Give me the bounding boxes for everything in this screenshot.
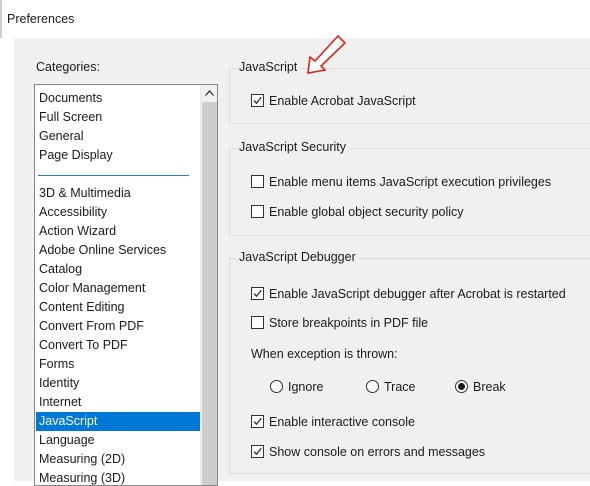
break-label: Break — [473, 379, 506, 394]
list-item-page-display[interactable]: Page Display — [36, 146, 201, 165]
menu-items-privileges-checkbox[interactable]: Enable menu items JavaScript execution p… — [251, 173, 551, 190]
checkmark-icon — [253, 447, 262, 456]
javascript-security-group-title: JavaScript Security — [236, 140, 349, 154]
exception-label: When exception is thrown: — [251, 347, 398, 361]
checkbox-box[interactable] — [251, 445, 264, 458]
checkbox-box[interactable] — [251, 316, 264, 329]
checkbox-box[interactable] — [251, 415, 264, 428]
list-item-adobe-online-services[interactable]: Adobe Online Services — [36, 241, 201, 260]
trace-radio[interactable]: Trace — [366, 378, 416, 395]
list-item-general[interactable]: General — [36, 127, 201, 146]
store-breakpoints-checkbox[interactable]: Store breakpoints in PDF file — [251, 314, 428, 331]
interactive-console-label: Enable interactive console — [269, 414, 415, 429]
console-on-errors-checkbox[interactable]: Show console on errors and messages — [251, 443, 485, 460]
ignore-radio[interactable]: Ignore — [270, 378, 323, 395]
break-radio[interactable]: Break — [455, 378, 506, 395]
enable-acrobat-javascript-checkbox[interactable]: Enable Acrobat JavaScript — [251, 92, 416, 109]
list-item-identity[interactable]: Identity — [36, 374, 201, 393]
list-item-forms[interactable]: Forms — [36, 355, 201, 374]
radio-circle[interactable] — [455, 380, 468, 393]
list-item-full-screen[interactable]: Full Screen — [36, 108, 201, 127]
checkmark-icon — [253, 417, 262, 426]
ignore-label: Ignore — [288, 379, 324, 394]
list-item-3d-multimedia[interactable]: 3D & Multimedia — [36, 184, 201, 203]
javascript-security-group: JavaScript Security Enable menu items Ja… — [229, 140, 590, 236]
checkbox-box[interactable] — [251, 287, 264, 300]
window-title: Preferences — [7, 12, 75, 26]
list-item-convert-from-pdf[interactable]: Convert From PDF — [36, 317, 201, 336]
global-object-security-label: Enable global object security policy — [269, 204, 464, 219]
list-item-measuring-3d[interactable]: Measuring (3D) — [36, 469, 201, 485]
trace-label: Trace — [384, 379, 416, 394]
checkbox-box[interactable] — [251, 94, 264, 107]
scroll-thumb[interactable] — [202, 102, 217, 485]
radio-circle[interactable] — [270, 380, 283, 393]
chevron-up-icon — [205, 90, 214, 96]
list-separator — [38, 175, 189, 176]
list-scrollbar[interactable] — [200, 85, 217, 485]
menu-items-privileges-label: Enable menu items JavaScript execution p… — [269, 174, 552, 189]
javascript-group: JavaScript Enable Acrobat JavaScript — [229, 60, 590, 124]
title-bar: Preferences — [0, 0, 590, 38]
global-object-security-checkbox[interactable]: Enable global object security policy — [251, 203, 464, 220]
list-item-measuring-2d[interactable]: Measuring (2D) — [36, 450, 201, 469]
enable-acrobat-javascript-label: Enable Acrobat JavaScript — [269, 93, 416, 108]
javascript-debugger-group: JavaScript Debugger Enable JavaScript de… — [229, 250, 590, 474]
checkmark-icon — [253, 96, 262, 105]
list-item-accessibility[interactable]: Accessibility — [36, 203, 201, 222]
list-item-internet[interactable]: Internet — [36, 393, 201, 412]
checkmark-icon — [253, 289, 262, 298]
enable-debugger-checkbox[interactable]: Enable JavaScript debugger after Acrobat… — [251, 285, 566, 302]
javascript-debugger-group-title: JavaScript Debugger — [236, 250, 359, 264]
interactive-console-checkbox[interactable]: Enable interactive console — [251, 413, 415, 430]
list-item-convert-to-pdf[interactable]: Convert To PDF — [36, 336, 201, 355]
list-item-documents[interactable]: Documents — [36, 89, 201, 108]
javascript-group-title: JavaScript — [236, 60, 301, 74]
store-breakpoints-label: Store breakpoints in PDF file — [269, 315, 429, 330]
list-item-javascript[interactable]: JavaScript — [36, 412, 201, 431]
list-item-action-wizard[interactable]: Action Wizard — [36, 222, 201, 241]
window-edge — [0, 0, 2, 38]
list-item-language[interactable]: Language — [36, 431, 201, 450]
scroll-up-button[interactable] — [201, 85, 217, 102]
console-on-errors-label: Show console on errors and messages — [269, 444, 486, 459]
radio-circle[interactable] — [366, 380, 379, 393]
list-item-content-editing[interactable]: Content Editing — [36, 298, 201, 317]
enable-debugger-label: Enable JavaScript debugger after Acrobat… — [269, 286, 566, 301]
categories-label: Categories: — [36, 60, 100, 74]
categories-list[interactable]: Documents Full Screen General Page Displ… — [34, 84, 218, 486]
list-item-catalog[interactable]: Catalog — [36, 260, 201, 279]
red-arrow-icon — [307, 34, 347, 74]
list-item-color-management[interactable]: Color Management — [36, 279, 201, 298]
checkbox-box[interactable] — [251, 205, 264, 218]
preferences-dialog: Categories: Documents Full Screen Genera… — [14, 38, 590, 486]
radio-selected-dot — [458, 383, 465, 390]
checkbox-box[interactable] — [251, 175, 264, 188]
